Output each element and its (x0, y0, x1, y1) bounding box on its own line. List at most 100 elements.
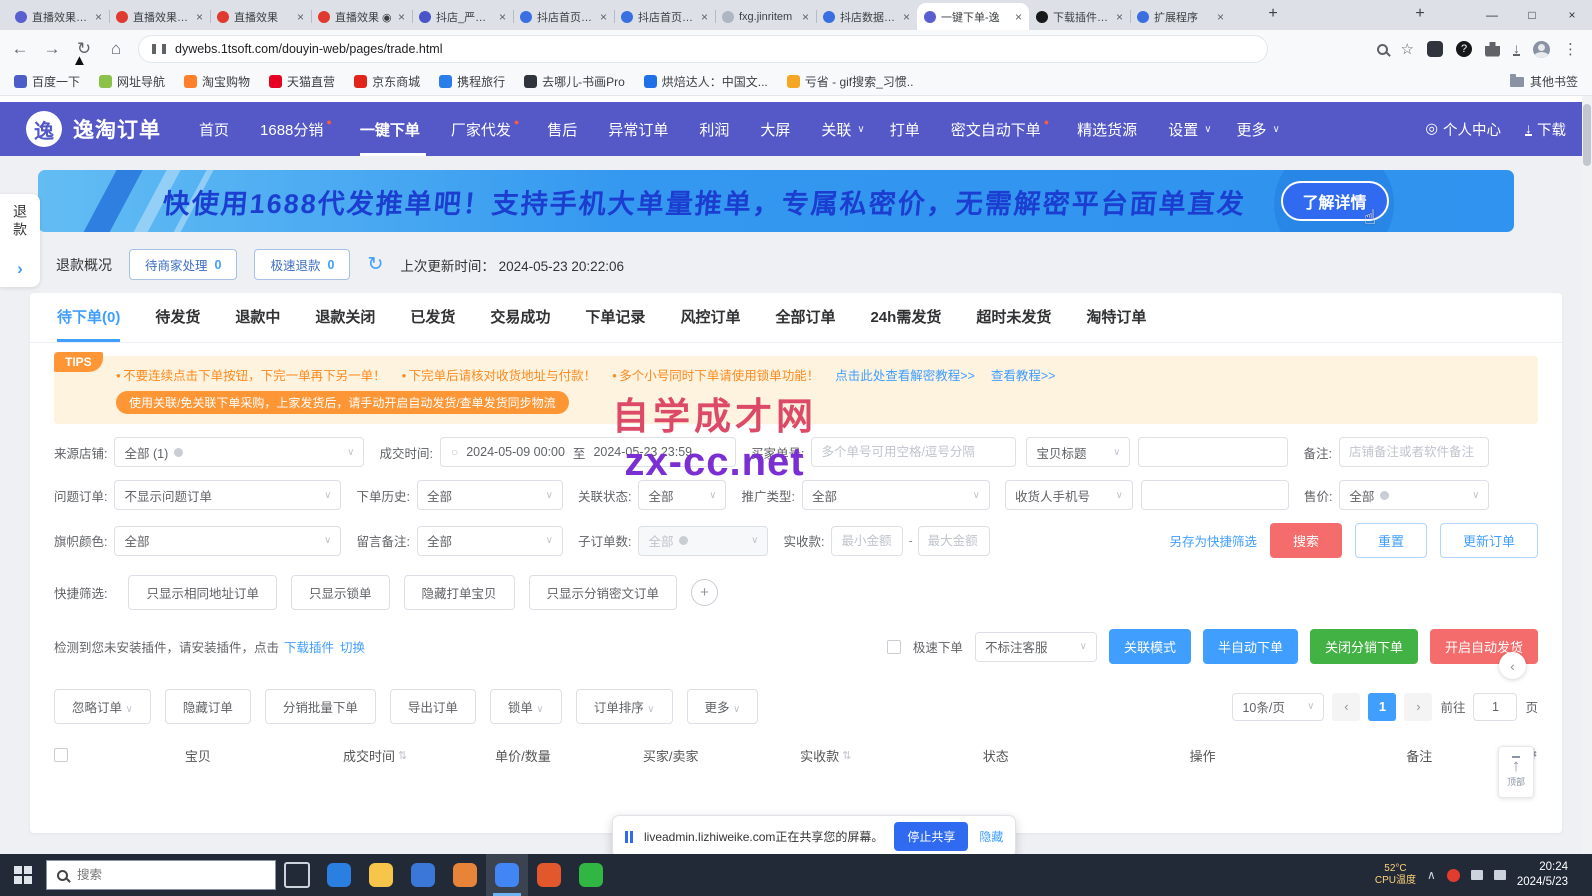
column-deal-time[interactable]: 成交时间⇅ (296, 746, 454, 765)
problem-order-select[interactable]: 不显示问题订单 ∨ (114, 480, 341, 510)
taskbar-app-icon[interactable] (444, 854, 486, 896)
tab-close-icon[interactable]: × (600, 10, 607, 24)
bookmark-item[interactable]: 亏省 - gif搜索_习惯.. (787, 73, 914, 90)
back-to-top-fab[interactable]: ↑ 顶部 (1498, 746, 1534, 798)
download-link[interactable]: ↓ 下载 (1525, 119, 1566, 140)
order-status-tab[interactable]: 退款关闭 (315, 293, 375, 342)
app-nav-item[interactable]: 精选货源 (1077, 102, 1143, 156)
switch-plugin-link[interactable]: 切换 (340, 637, 365, 656)
browser-tab[interactable]: 直播效果_三 × (8, 3, 109, 30)
bookmark-item[interactable]: 携程旅行 (439, 73, 505, 90)
app-nav-item[interactable]: 关联 ∨ (821, 102, 864, 156)
browser-tab[interactable]: 直播效果-批 × (109, 3, 210, 30)
order-status-tab[interactable]: 退款中 (235, 293, 280, 342)
goto-page-input[interactable] (1473, 693, 1517, 721)
tab-close-icon[interactable]: × (903, 10, 910, 24)
taskbar-clock[interactable]: 20:24 2024/5/23 (1517, 860, 1568, 890)
app-nav-item[interactable]: 设置 ∨ (1168, 102, 1211, 156)
browser-tab[interactable]: 扩展程序 × (1130, 3, 1231, 30)
browser-tab[interactable]: 抖店首页 - 抖 × (513, 3, 614, 30)
search-button[interactable]: 搜索 (1270, 523, 1342, 558)
tab-close-icon[interactable]: × (1015, 10, 1022, 24)
app-nav-item[interactable]: 一键下单 (360, 102, 426, 156)
tampermonkey-extension-icon[interactable] (1427, 41, 1443, 57)
forward-icon[interactable]: → (42, 39, 62, 59)
quick-filter-same-address[interactable]: 只显示相同地址订单 (128, 575, 277, 610)
zoom-icon[interactable] (1377, 44, 1388, 55)
bookmarks-folder[interactable]: 其他书签 (1510, 73, 1578, 90)
new-tab-button[interactable]: + (1261, 2, 1285, 26)
bookmark-item[interactable]: 淘宝购物 (184, 73, 250, 90)
promo-type-select[interactable]: 全部 ∨ (802, 480, 990, 510)
taskbar-app-icon[interactable] (528, 854, 570, 896)
app-nav-item[interactable]: 更多 ∨ (1237, 102, 1280, 156)
hide-share-bar-link[interactable]: 隐藏 (979, 828, 1003, 845)
menu-kebab-icon[interactable]: ⋮ (1563, 40, 1578, 58)
bookmark-item[interactable]: 天猫直营 (269, 73, 335, 90)
tab-close-icon[interactable]: × (95, 10, 102, 24)
bulk-action-button[interactable]: 隐藏订单 (165, 689, 251, 724)
volume-tray-icon[interactable] (1494, 870, 1506, 880)
download-plugin-link[interactable]: 下载插件 (284, 637, 334, 656)
suborder-count-select[interactable]: 全部 ∨ (638, 526, 768, 556)
update-orders-button[interactable]: 更新订单 (1440, 523, 1538, 558)
bulk-action-button[interactable]: 更多 ∨ (687, 689, 759, 724)
taskbar-app-icon[interactable] (318, 854, 360, 896)
browser-tab[interactable]: 下载插件-逸 × (1029, 3, 1130, 30)
receiver-phone-input[interactable] (1141, 480, 1289, 510)
fast-order-checkbox[interactable] (887, 640, 901, 654)
order-status-tab[interactable]: 交易成功 (490, 293, 550, 342)
bulk-action-button[interactable]: 分销批量下单 (265, 689, 376, 724)
column-paid[interactable]: 实收款⇅ (749, 746, 902, 765)
display-tray-icon[interactable] (1471, 870, 1483, 880)
tab-close-icon[interactable]: × (701, 10, 708, 24)
tray-expand-icon[interactable]: ∧ (1427, 868, 1436, 882)
collapse-panel-fab[interactable]: ‹ (1499, 652, 1526, 679)
cpu-temp-widget[interactable]: 52°C CPU温度 (1375, 863, 1416, 888)
tab-close-icon[interactable]: × (802, 10, 809, 24)
app-nav-item[interactable]: 厂家代发 ● (451, 102, 522, 156)
bookmark-item[interactable]: 去哪儿-书画Pro (524, 73, 625, 90)
bookmark-item[interactable]: 百度一下 (14, 73, 80, 90)
tab-close-icon[interactable]: × (196, 10, 203, 24)
item-title-select[interactable]: 宝贝标题 ∨ (1026, 437, 1130, 467)
bookmark-star-icon[interactable]: ☆ (1401, 40, 1414, 58)
relation-status-select[interactable]: 全部 ∨ (638, 480, 726, 510)
expand-arrow-icon[interactable]: › (0, 259, 40, 279)
fast-refund-button[interactable]: 极速退款 0 (254, 249, 350, 280)
sort-icon[interactable]: ⇅ (842, 749, 851, 762)
back-icon[interactable]: ← (10, 39, 30, 59)
browser-tab[interactable]: 抖店_严选批 × (412, 3, 513, 30)
start-button[interactable] (0, 854, 46, 896)
app-nav-item[interactable]: 1688分销 ● (260, 102, 335, 156)
app-nav-item[interactable]: 密文自动下单 ● (951, 102, 1052, 156)
quick-filter-cipher-only[interactable]: 只显示分销密文订单 (529, 575, 678, 610)
browser-tab[interactable]: 抖店数据大屏 × (816, 3, 917, 30)
app-nav-item[interactable]: 打单 (890, 102, 926, 156)
quick-filter-hide-printed[interactable]: 隐藏打单宝贝 (404, 575, 515, 610)
order-action-button[interactable]: 半自动下单 (1203, 629, 1298, 664)
order-status-tab[interactable]: 全部订单 (775, 293, 835, 342)
bookmark-item[interactable]: 网址导航 (99, 73, 165, 90)
bulk-action-button[interactable]: 订单排序 ∨ (576, 689, 673, 724)
message-remark-select[interactable]: 全部 ∨ (417, 526, 563, 556)
profile-avatar[interactable] (1533, 41, 1550, 58)
app-nav-item[interactable]: 大屏 (760, 102, 796, 156)
prev-page-button[interactable]: ‹ (1332, 693, 1360, 721)
promo-banner[interactable]: 快使用1688代发推单吧！支持手机大单量推单，专属私密价，无需解密平台面单直发 … (38, 170, 1514, 232)
taskbar-app-icon[interactable] (570, 854, 612, 896)
order-status-tab[interactable]: 24h需发货 (870, 293, 941, 342)
paid-min-input[interactable] (831, 526, 903, 556)
task-view-icon[interactable] (284, 862, 310, 888)
next-page-button[interactable]: › (1404, 693, 1432, 721)
browser-tab[interactable]: 直播效果 × (210, 3, 311, 30)
order-status-tab[interactable]: 待发货 (155, 293, 200, 342)
remark-input[interactable] (1339, 437, 1489, 467)
source-shop-select[interactable]: 全部 (1) ∨ (114, 437, 364, 467)
antivirus-tray-icon[interactable] (1447, 869, 1460, 882)
add-quick-filter-button[interactable]: + (691, 579, 718, 606)
save-quick-filter-link[interactable]: 另存为快捷筛选 (1169, 531, 1257, 550)
tab-close-icon[interactable]: × (1116, 10, 1123, 24)
bookmark-item[interactable]: 京东商城 (354, 73, 420, 90)
order-number-input[interactable] (811, 437, 1016, 467)
